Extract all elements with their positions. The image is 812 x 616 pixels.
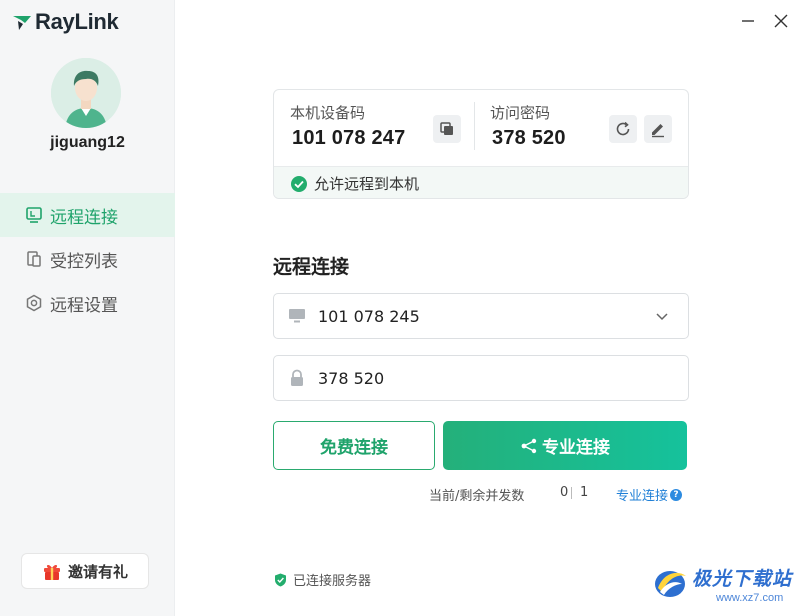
remote-desktop-icon xyxy=(24,205,44,225)
section-title: 远程连接 xyxy=(273,256,350,278)
refresh-password-button[interactable] xyxy=(609,115,637,143)
device-list-icon xyxy=(24,249,44,269)
concurrent-remaining: 1 xyxy=(580,485,589,500)
device-code-field[interactable] xyxy=(273,293,689,339)
password-field[interactable] xyxy=(273,355,689,401)
allow-remote-label: 允许远程到本机 xyxy=(314,175,420,193)
pro-connect-link[interactable]: 专业连接 ? xyxy=(616,485,683,504)
invite-label: 邀请有礼 xyxy=(67,562,128,581)
invite-button[interactable]: 邀请有礼 xyxy=(21,553,149,589)
copy-icon xyxy=(440,122,453,135)
password-input[interactable] xyxy=(318,368,638,388)
refresh-icon xyxy=(616,121,630,136)
concurrent-label: 当前/剩余并发数 xyxy=(429,489,525,504)
password-label: 访问密码 xyxy=(490,104,551,122)
concurrent-divider xyxy=(571,487,572,499)
minimize-icon xyxy=(742,20,754,22)
free-connect-button[interactable]: 免费连接 xyxy=(273,421,435,470)
check-circle-icon[interactable] xyxy=(290,175,308,193)
sidebar-item-controlled-list[interactable]: 受控列表 xyxy=(0,237,175,281)
concurrent-current: 0 xyxy=(560,485,569,500)
app-logo: RayLink xyxy=(12,9,119,34)
edit-password-button[interactable] xyxy=(644,115,672,143)
sidebar-item-remote-settings[interactable]: 远程设置 xyxy=(0,281,175,325)
sidebar-item-remote-connect[interactable]: 远程连接 xyxy=(0,193,175,237)
close-icon xyxy=(774,14,788,28)
edit-icon xyxy=(652,124,664,138)
sidebar-item-label: 远程设置 xyxy=(50,295,118,316)
device-info-card: 本机设备码 101 078 247 访问密码 378 520 允许远程到本机 xyxy=(273,89,689,199)
device-code-value: 101 078 247 xyxy=(292,127,406,149)
raylink-logo-icon xyxy=(13,16,31,30)
card-divider xyxy=(474,102,475,150)
pro-connect-button[interactable]: 专业连接 xyxy=(443,421,687,470)
username: jiguang12 xyxy=(50,134,125,151)
sidebar-item-label: 受控列表 xyxy=(50,251,118,272)
allow-remote-row: 允许远程到本机 xyxy=(274,166,688,198)
sidebar-nav: 远程连接 受控列表 远程设置 xyxy=(0,193,175,325)
monitor-icon xyxy=(288,307,306,325)
copy-button[interactable] xyxy=(433,115,461,143)
watermark-brand: 极光下载站 xyxy=(692,568,793,590)
watermark: 极光下载站 www.xz7.com xyxy=(650,560,810,614)
avatar[interactable] xyxy=(51,58,121,128)
settings-hex-icon xyxy=(24,293,44,313)
help-icon[interactable]: ? xyxy=(670,488,683,501)
close-button[interactable] xyxy=(770,10,792,32)
server-status-label: 已连接服务器 xyxy=(293,574,372,589)
minimize-button[interactable] xyxy=(737,10,759,32)
gift-icon xyxy=(43,564,60,580)
aurora-logo-icon xyxy=(655,571,686,597)
sidebar-item-label: 远程连接 xyxy=(50,207,118,228)
share-nodes-icon xyxy=(521,438,537,453)
pro-connect-label: 专业连接 xyxy=(542,438,610,458)
shield-check-icon xyxy=(275,573,286,586)
pro-link-label: 专业连接 xyxy=(616,489,669,504)
device-code-input[interactable] xyxy=(318,306,638,326)
chevron-down-icon[interactable] xyxy=(654,308,670,324)
sidebar: RayLink jiguang12 远程连接 受控列表 远程设置 邀请有礼 xyxy=(0,0,175,616)
watermark-url: www.xz7.com xyxy=(716,592,784,604)
app-name: RayLink xyxy=(35,9,119,34)
user-avatar-icon xyxy=(51,58,121,128)
password-value: 378 520 xyxy=(492,127,566,149)
server-status: 已连接服务器 xyxy=(274,570,371,589)
lock-icon xyxy=(288,369,306,387)
device-code-label: 本机设备码 xyxy=(290,104,366,122)
